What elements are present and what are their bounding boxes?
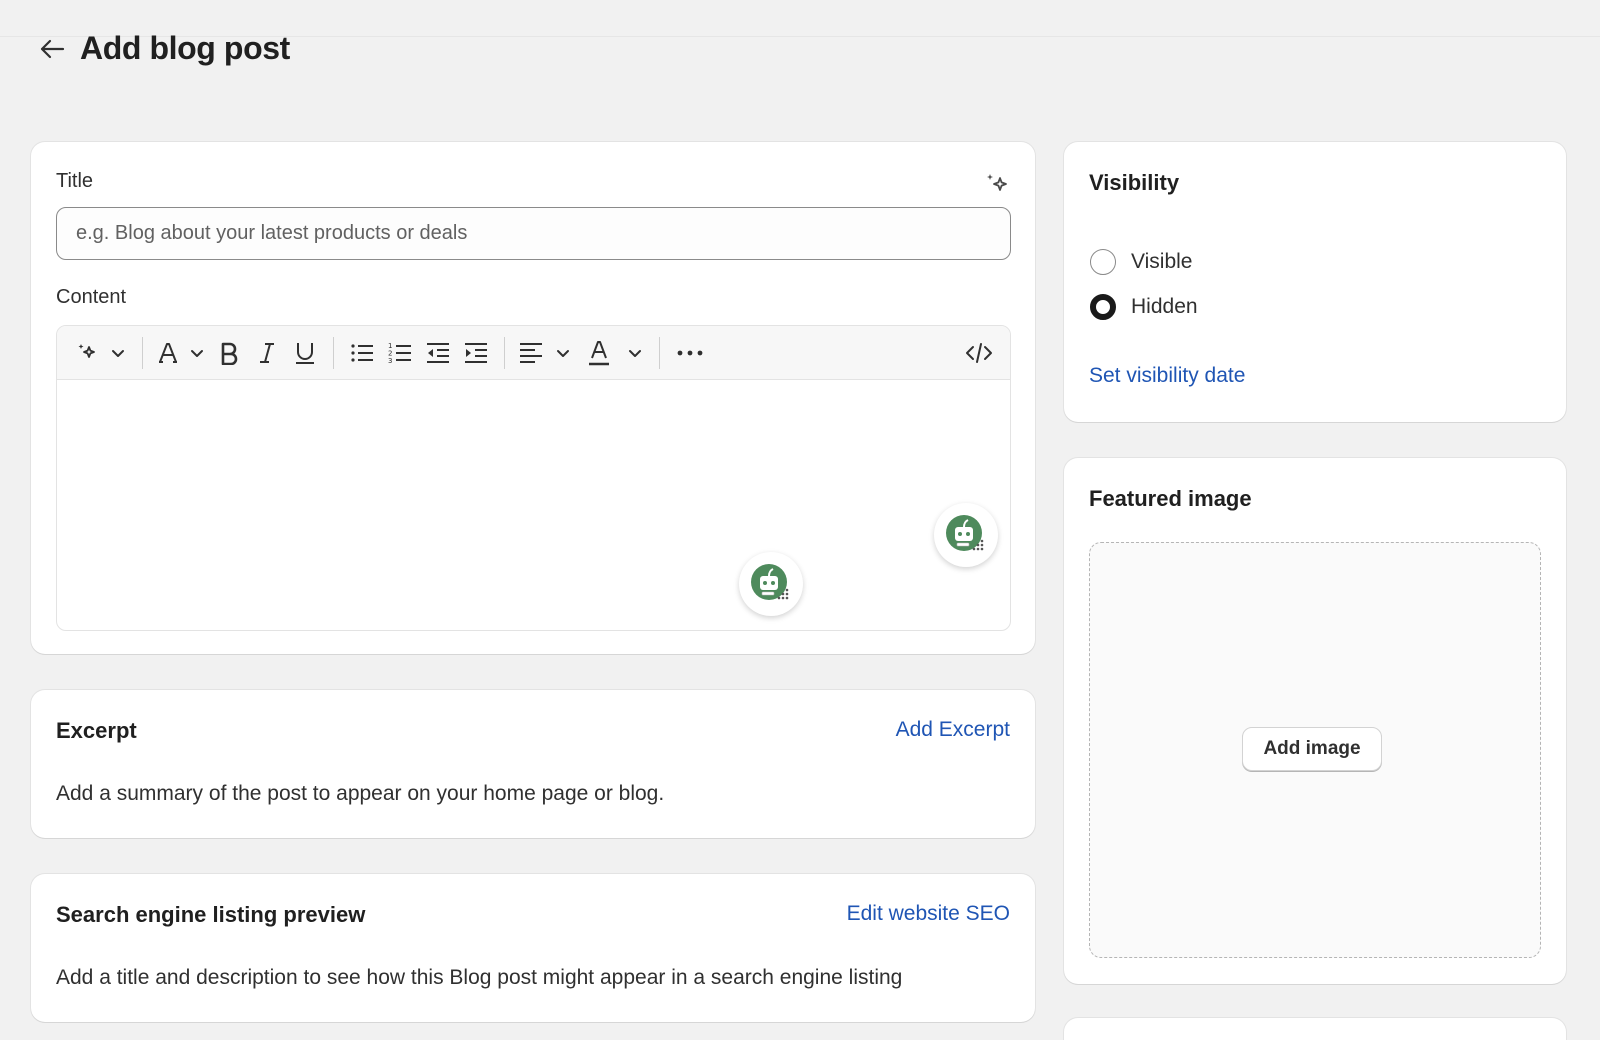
- bold-icon[interactable]: [210, 336, 248, 370]
- editor-toolbar: 123: [57, 326, 1010, 380]
- radio-checked[interactable]: [1090, 294, 1116, 320]
- chevron-down-icon[interactable]: [620, 336, 650, 370]
- post-editor-card: Title Content: [31, 142, 1035, 654]
- outdent-icon[interactable]: [419, 336, 457, 370]
- title-label: Title: [56, 170, 94, 192]
- assistant-bot-icon[interactable]: [934, 503, 998, 567]
- edit-seo-link[interactable]: Edit website SEO: [847, 902, 1010, 926]
- radio-label: Hidden: [1131, 295, 1198, 318]
- toolbar-divider: [333, 336, 334, 369]
- radio-unchecked[interactable]: [1090, 249, 1116, 275]
- align-left-icon[interactable]: [514, 336, 548, 370]
- add-excerpt-link[interactable]: Add Excerpt: [896, 718, 1010, 742]
- bullet-list-icon[interactable]: [343, 336, 381, 370]
- page-title: Add blog post: [80, 30, 290, 66]
- magic-sparkle-icon[interactable]: [983, 170, 1011, 198]
- excerpt-title: Excerpt: [56, 718, 137, 743]
- chevron-down-icon[interactable]: [548, 336, 578, 370]
- featured-image-card: Featured image Add image: [1064, 458, 1566, 984]
- assistant-bot-icon[interactable]: [739, 552, 803, 616]
- chevron-down-icon[interactable]: [103, 336, 133, 370]
- title-input[interactable]: [56, 207, 1011, 260]
- more-options-icon[interactable]: [669, 336, 711, 370]
- toolbar-divider: [659, 336, 660, 369]
- toolbar-divider: [142, 336, 143, 369]
- seo-title: Search engine listing preview: [56, 902, 366, 927]
- excerpt-card: Excerpt Add Excerpt Add a summary of the…: [31, 690, 1035, 838]
- featured-image-title: Featured image: [1089, 486, 1252, 511]
- add-image-button[interactable]: Add image: [1242, 727, 1382, 771]
- visibility-option-visible[interactable]: Visible: [1090, 249, 1192, 275]
- excerpt-description: Add a summary of the post to appear on y…: [56, 782, 665, 805]
- content-label: Content: [56, 286, 127, 308]
- font-style-icon[interactable]: [152, 336, 184, 370]
- seo-preview-card: Search engine listing preview Edit websi…: [31, 874, 1035, 1022]
- rich-text-editor: 123: [56, 325, 1011, 631]
- underline-icon[interactable]: [286, 336, 324, 370]
- radio-label: Visible: [1131, 250, 1193, 273]
- ai-sparkle-icon[interactable]: [73, 336, 103, 370]
- code-view-icon[interactable]: [962, 336, 996, 370]
- indent-icon[interactable]: [457, 336, 495, 370]
- editor-content-area[interactable]: [57, 380, 1010, 630]
- next-card: [1064, 1018, 1566, 1040]
- visibility-card: Visibility Visible Hidden Set visibility…: [1064, 142, 1566, 422]
- svg-text:3: 3: [388, 357, 392, 365]
- image-dropzone[interactable]: Add image: [1089, 542, 1541, 958]
- chevron-down-icon[interactable]: [184, 336, 210, 370]
- back-arrow-icon[interactable]: [38, 35, 66, 63]
- page-header: Add blog post: [38, 30, 290, 67]
- italic-icon[interactable]: [248, 336, 286, 370]
- set-visibility-date-link[interactable]: Set visibility date: [1089, 364, 1245, 388]
- numbered-list-icon[interactable]: 123: [381, 336, 419, 370]
- text-color-icon[interactable]: [578, 336, 620, 370]
- visibility-option-hidden[interactable]: Hidden: [1090, 294, 1198, 320]
- seo-description: Add a title and description to see how t…: [56, 966, 903, 989]
- toolbar-divider: [504, 336, 505, 369]
- visibility-title: Visibility: [1089, 170, 1180, 195]
